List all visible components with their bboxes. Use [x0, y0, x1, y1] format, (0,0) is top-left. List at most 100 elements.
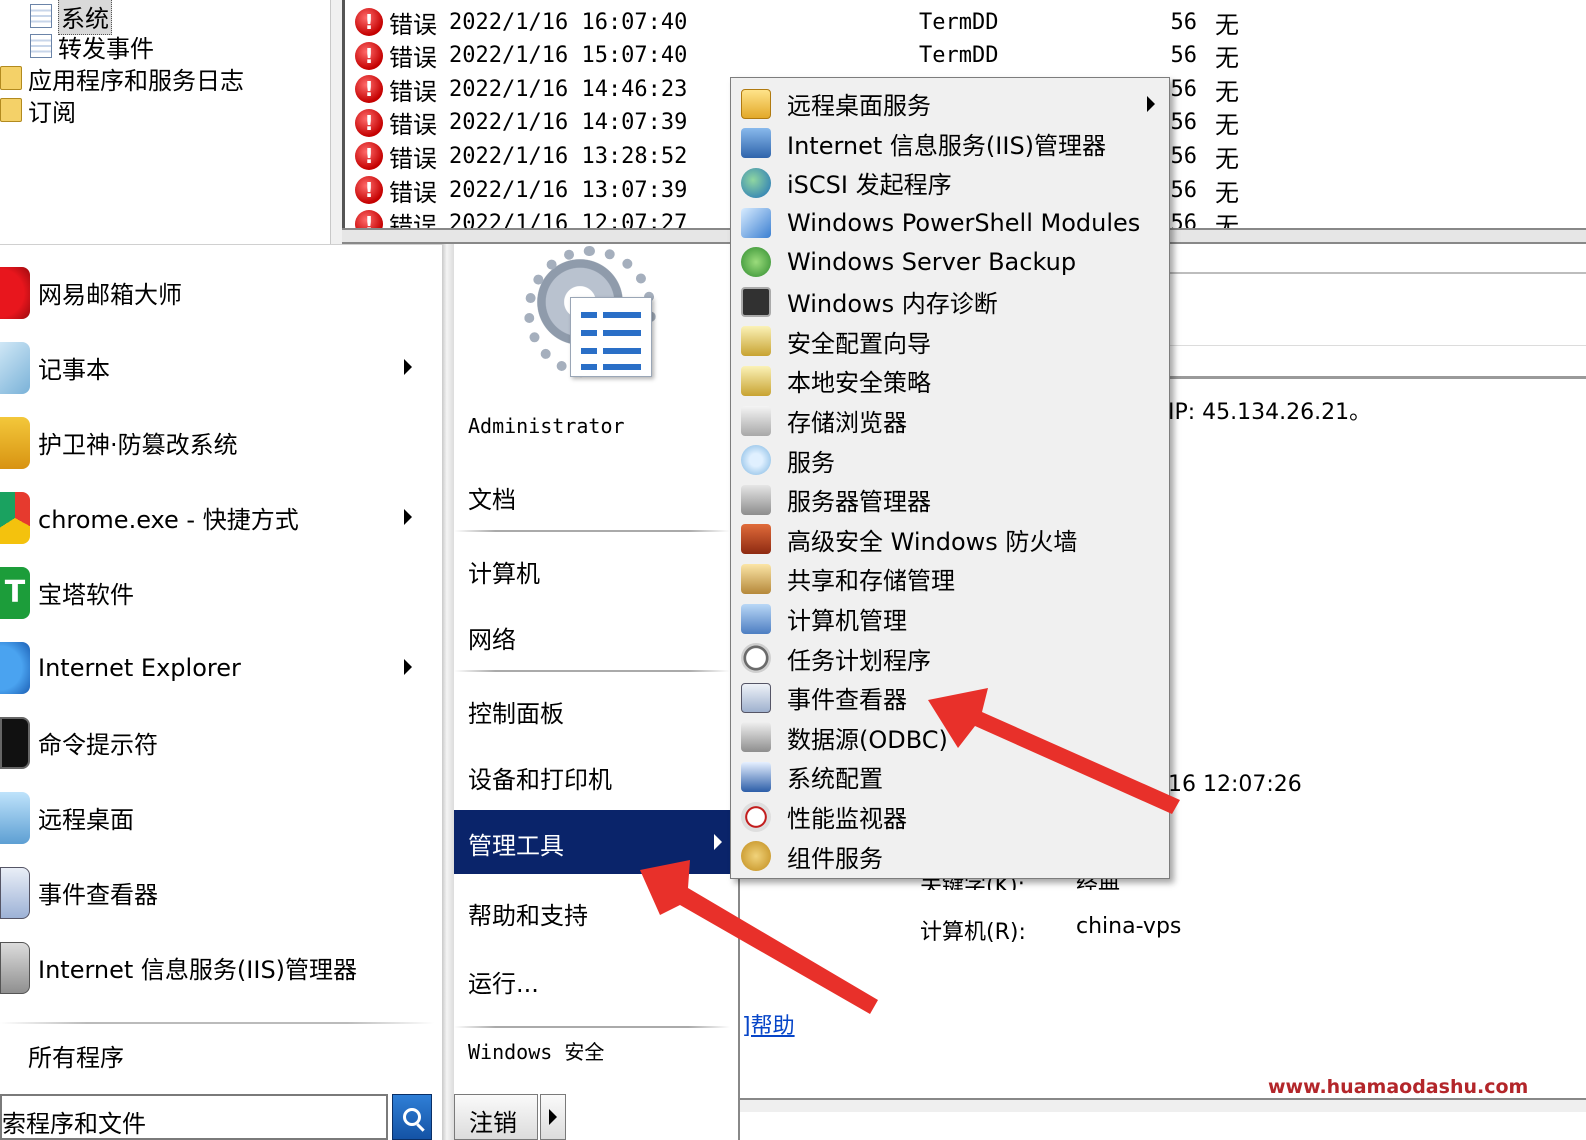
admin-tool-label: Internet 信息服务(IIS)管理器	[787, 131, 1107, 160]
tree-item-forwarded-events[interactable]: 转发事件	[30, 30, 154, 63]
admin-tool-label: 安全配置向导	[787, 329, 931, 358]
shutdown-options-button[interactable]	[540, 1094, 566, 1140]
place-item[interactable]: 运行...	[468, 964, 539, 999]
table-row[interactable]: ! 错误 2022/1/16 16:07:40 TermDD 56 无	[355, 5, 1585, 39]
admin-tool-item[interactable]: 系统配置	[735, 757, 1165, 797]
admin-tool-item[interactable]: 服务器管理器	[735, 480, 1165, 520]
place-admin-tools[interactable]: 管理工具	[454, 810, 738, 874]
tree-item-app-service-logs[interactable]: 应用程序和服务日志	[0, 62, 244, 95]
admin-tool-label: 性能监视器	[787, 805, 907, 834]
admin-tool-item[interactable]: 性能监视器	[735, 797, 1165, 837]
error-icon: !	[355, 108, 383, 137]
program-item[interactable]: 网易邮箱大师	[0, 255, 440, 330]
tree-item-subscriptions[interactable]: 订阅	[0, 94, 76, 127]
checklist-icon	[570, 297, 652, 377]
program-item[interactable]: 护卫神·防篡改系统	[0, 405, 440, 480]
event-task-category: 无	[1215, 44, 1239, 73]
submenu-arrow-icon	[1147, 96, 1155, 112]
program-item[interactable]: 记事本	[0, 330, 440, 405]
divider	[1168, 272, 1586, 274]
notepad-icon	[0, 341, 30, 394]
subscription-icon	[0, 98, 22, 122]
place-item[interactable]: 网络	[468, 620, 516, 655]
admin-tool-item[interactable]: 远程桌面服务	[735, 84, 1165, 124]
program-item[interactable]: 事件查看器	[0, 855, 440, 930]
admin-tools-submenu: 远程桌面服务 Internet 信息服务(IIS)管理器 iSCSI 发起程序 Win…	[730, 77, 1170, 879]
task-scheduler-icon	[741, 643, 771, 674]
event-task-category: 无	[1215, 111, 1239, 140]
program-item[interactable]: 命令提示符	[0, 705, 440, 780]
divider	[0, 1022, 434, 1024]
program-item[interactable]: 远程桌面	[0, 780, 440, 855]
logoff-button[interactable]: 注销	[454, 1094, 538, 1140]
event-task-category: 无	[1215, 10, 1239, 39]
admin-tool-item[interactable]: 安全配置向导	[735, 322, 1165, 362]
computer-value: china-vps	[1076, 914, 1182, 939]
submenu-arrow-icon	[714, 834, 722, 850]
admin-tool-item[interactable]: Internet 信息服务(IIS)管理器	[735, 124, 1165, 164]
place-item[interactable]: Administrator	[468, 414, 625, 438]
all-programs-button[interactable]: 所有程序	[28, 1038, 124, 1073]
admin-tool-item[interactable]: Windows 内存诊断	[735, 282, 1165, 322]
place-item[interactable]: 控制面板	[468, 694, 564, 729]
event-logged-time: 16 12:07:26	[1168, 772, 1302, 797]
admin-tool-label: 计算机管理	[787, 607, 907, 636]
place-item[interactable]: Windows 安全	[468, 1036, 604, 1065]
admin-tool-item[interactable]: 组件服务	[735, 836, 1165, 876]
search-button[interactable]	[392, 1094, 432, 1140]
event-level: 错误	[389, 144, 437, 173]
user-picture[interactable]	[524, 246, 660, 382]
log-icon	[30, 34, 52, 58]
admin-tool-item[interactable]: 事件查看器	[735, 678, 1165, 718]
event-task-category: 无	[1215, 144, 1239, 173]
netease-mail-icon	[0, 266, 30, 319]
tree-item-system[interactable]: 系统	[30, 0, 112, 35]
admin-tool-label: 系统配置	[787, 765, 883, 794]
admin-tool-item[interactable]: 共享和存储管理	[735, 559, 1165, 599]
event-source: TermDD	[919, 43, 999, 69]
baota-icon: T	[0, 566, 30, 619]
table-row[interactable]: ! 错误 2022/1/16 15:07:40 TermDD 56 无	[355, 39, 1585, 73]
event-id: 56	[1170, 9, 1198, 35]
admin-tool-item[interactable]: 数据源(ODBC)	[735, 718, 1165, 758]
program-label: 事件查看器	[38, 881, 158, 909]
start-search-input[interactable]: 索程序和文件	[0, 1094, 388, 1140]
component-services-icon	[741, 841, 771, 872]
help-link[interactable]: ]帮助	[742, 1008, 795, 1040]
admin-tool-label: Windows PowerShell Modules	[787, 208, 1141, 237]
server-manager-icon	[741, 484, 771, 515]
place-item[interactable]: 设备和打印机	[468, 760, 612, 795]
remote-desktop-icon	[0, 791, 30, 844]
admin-tool-item[interactable]: 高级安全 Windows 防火墙	[735, 520, 1165, 560]
event-task-category: 无	[1215, 77, 1239, 106]
program-item[interactable]: chrome.exe - 快捷方式	[0, 480, 440, 555]
admin-tool-item[interactable]: Windows Server Backup	[735, 242, 1165, 282]
cmd-icon	[0, 716, 30, 769]
event-level: 错误	[389, 178, 437, 207]
place-item[interactable]: 帮助和支持	[468, 896, 588, 931]
pane-splitter[interactable]	[330, 0, 342, 244]
admin-tool-label: 任务计划程序	[787, 646, 931, 675]
program-item[interactable]: T 宝塔软件	[0, 555, 440, 630]
server-backup-icon	[741, 247, 771, 278]
program-label: 记事本	[38, 356, 110, 384]
program-label: 网易邮箱大师	[38, 281, 182, 309]
admin-tool-item[interactable]: 本地安全策略	[735, 361, 1165, 401]
admin-tool-item[interactable]: iSCSI 发起程序	[735, 163, 1165, 203]
divider	[454, 530, 730, 532]
submenu-arrow-icon	[404, 659, 412, 675]
admin-tool-item[interactable]: 计算机管理	[735, 599, 1165, 639]
share-storage-icon	[741, 563, 771, 594]
event-task-category: 无	[1215, 178, 1239, 207]
place-item[interactable]: 文档	[468, 480, 516, 515]
firewall-icon	[741, 524, 771, 555]
admin-tool-item[interactable]: 任务计划程序	[735, 638, 1165, 678]
program-item[interactable]: Internet 信息服务(IIS)管理器	[0, 930, 440, 1005]
place-item[interactable]: 计算机	[468, 554, 540, 589]
admin-tool-item[interactable]: 服务	[735, 440, 1165, 480]
admin-tool-item[interactable]: Windows PowerShell Modules	[735, 203, 1165, 243]
admin-tool-item[interactable]: 存储浏览器	[735, 401, 1165, 441]
error-icon: !	[355, 8, 383, 36]
program-item[interactable]: Internet Explorer	[0, 630, 440, 705]
powershell-icon	[741, 207, 771, 238]
